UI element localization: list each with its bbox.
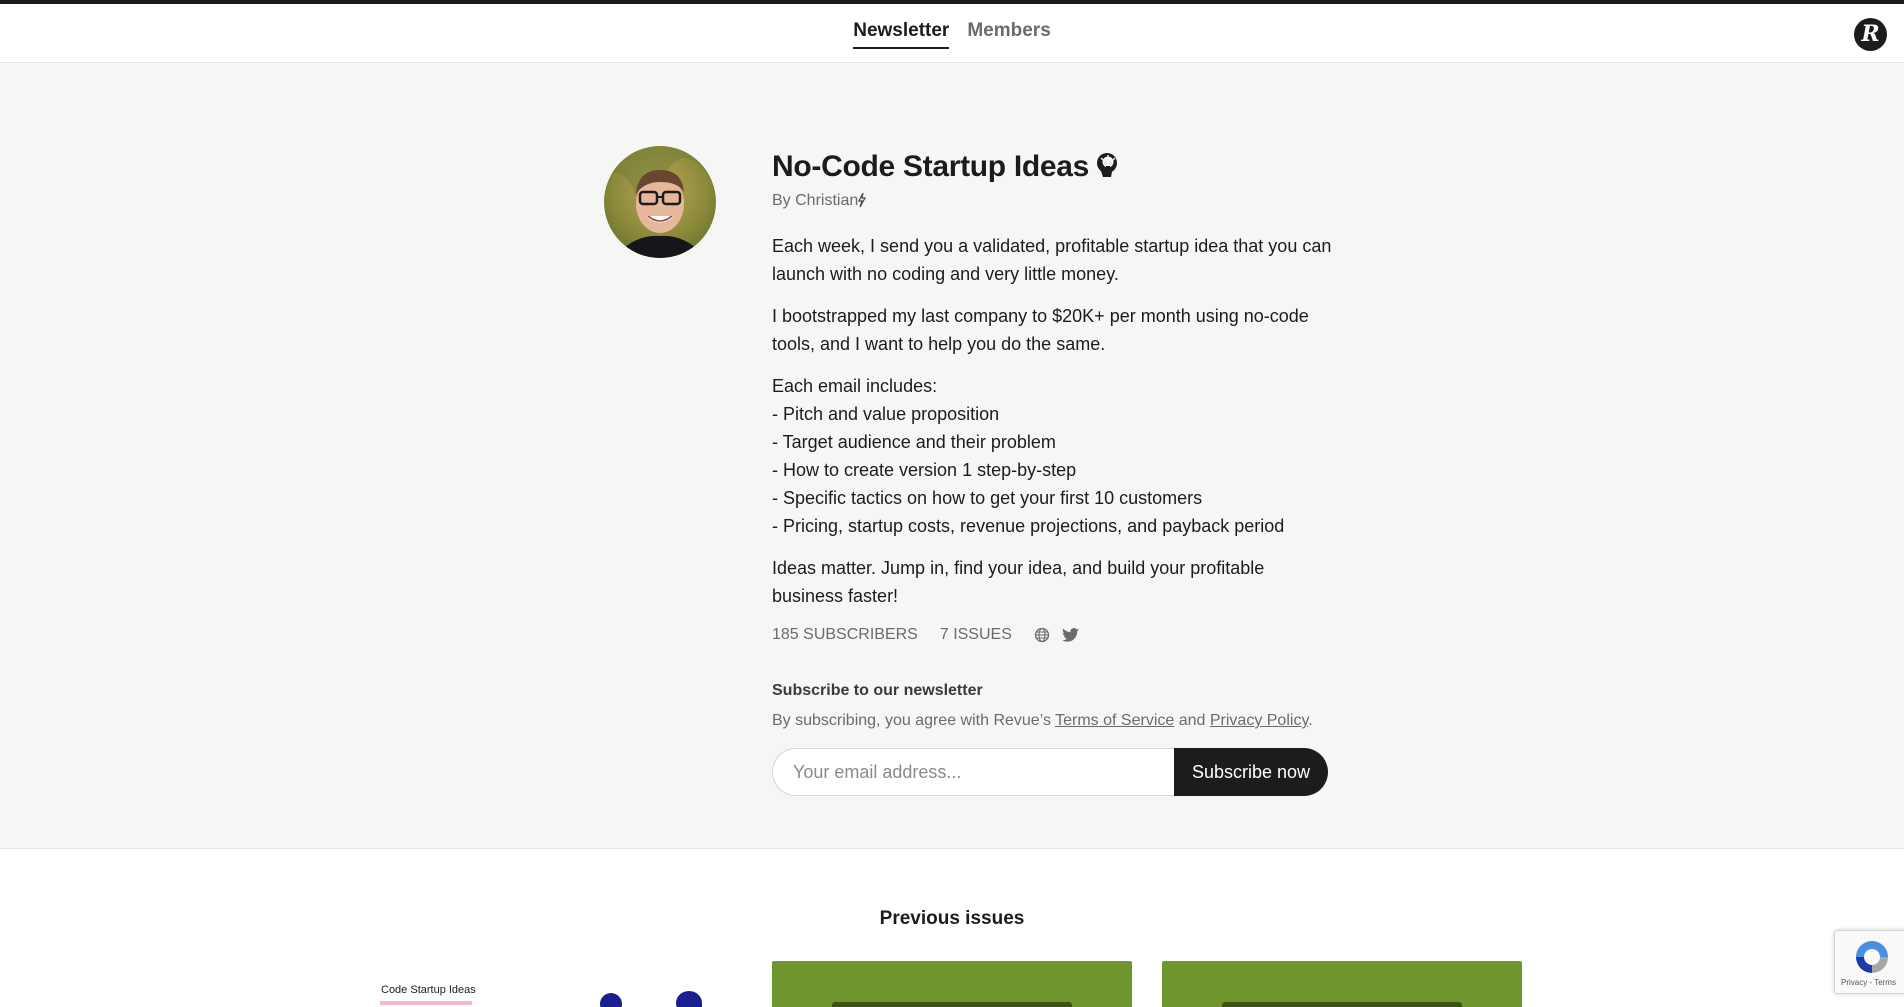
issue-card[interactable]	[772, 961, 1132, 1007]
previous-issues-heading: Previous issues	[879, 908, 1025, 929]
avatar	[604, 146, 716, 258]
issue-thumbnail-image	[1222, 1002, 1462, 1007]
title-row: No-Code Startup Ideas	[772, 148, 1332, 186]
byline-text: By Christian	[772, 192, 859, 209]
twitter-icon[interactable]	[1061, 628, 1079, 642]
revue-logo-icon[interactable]: R	[1854, 18, 1887, 51]
main-nav: Newsletter Members	[0, 20, 1904, 49]
description-paragraph: Each week, I send you a validated, profi…	[772, 236, 1332, 284]
description-list-item: - Specific tactics on how to get your fi…	[772, 488, 1203, 508]
thumbnail-decoration	[676, 991, 702, 1007]
issue-card[interactable]	[1162, 961, 1522, 1007]
profile-info: No-Code Startup Ideas By Christian Each …	[772, 148, 1332, 796]
recaptcha-icon	[1853, 939, 1891, 980]
newsletter-stats: 185 SUBSCRIBERS 7 ISSUES	[772, 624, 1332, 646]
tab-members[interactable]: Members	[967, 20, 1050, 49]
recaptcha-badge[interactable]: Privacy - Terms	[1834, 930, 1904, 994]
terms-of-service-link[interactable]: Terms of Service	[1055, 712, 1174, 729]
description-paragraph: I bootstrapped my last company to $20K+ …	[772, 306, 1309, 354]
subscribe-heading: Subscribe to our newsletter	[772, 682, 983, 699]
byline: By Christian	[772, 192, 1332, 212]
privacy-policy-link[interactable]: Privacy Policy	[1210, 712, 1308, 729]
description-list-item: - Target audience and their problem	[772, 432, 1056, 452]
description-list-item: - Pitch and value proposition	[772, 404, 1000, 424]
top-bar: Newsletter Members R	[0, 0, 1904, 63]
issue-thumbnail-label: Code Startup Ideas	[381, 984, 476, 996]
globe-icon[interactable]	[1034, 627, 1050, 643]
lightning-icon	[858, 192, 867, 209]
subscribe-terms-note: By subscribing, you agree with Revue’s T…	[772, 712, 1332, 730]
issue-thumbnail-image	[832, 1002, 1072, 1007]
description-list-item: - How to create version 1 step-by-step	[772, 460, 1077, 480]
issue-card[interactable]: Code Startup Ideas	[376, 961, 742, 1007]
thumbnail-decoration	[600, 993, 622, 1007]
description-list-heading: Each email includes:	[772, 376, 938, 396]
lightbulb-head-icon	[1095, 152, 1119, 183]
previous-issues-section: Previous issues Code Startup Ideas	[0, 849, 1904, 1007]
description-paragraph: Ideas matter. Jump in, find your idea, a…	[772, 558, 1265, 606]
terms-note-prefix: By subscribing, you agree with Revue’s	[772, 712, 1056, 729]
description-list-item: - Pricing, startup costs, revenue projec…	[772, 516, 1285, 536]
subscribe-button[interactable]: Subscribe now	[1174, 748, 1328, 796]
subscribe-form: Subscribe now	[772, 748, 1328, 796]
description-list: Each email includes: - Pitch and value p…	[772, 372, 1332, 540]
email-input[interactable]	[772, 748, 1174, 796]
newsletter-description: Each week, I send you a validated, profi…	[772, 232, 1332, 610]
terms-note-suffix: .	[1308, 712, 1313, 729]
issue-count: 7 ISSUES	[939, 626, 1012, 643]
terms-note-mid: and	[1174, 712, 1210, 729]
recaptcha-footer[interactable]: Privacy - Terms	[1841, 978, 1896, 987]
page-title: No-Code Startup Ideas	[772, 150, 1090, 183]
thumbnail-decoration	[380, 1001, 472, 1005]
tab-newsletter[interactable]: Newsletter	[853, 20, 950, 49]
subscriber-count: 185 SUBSCRIBERS	[772, 626, 918, 643]
